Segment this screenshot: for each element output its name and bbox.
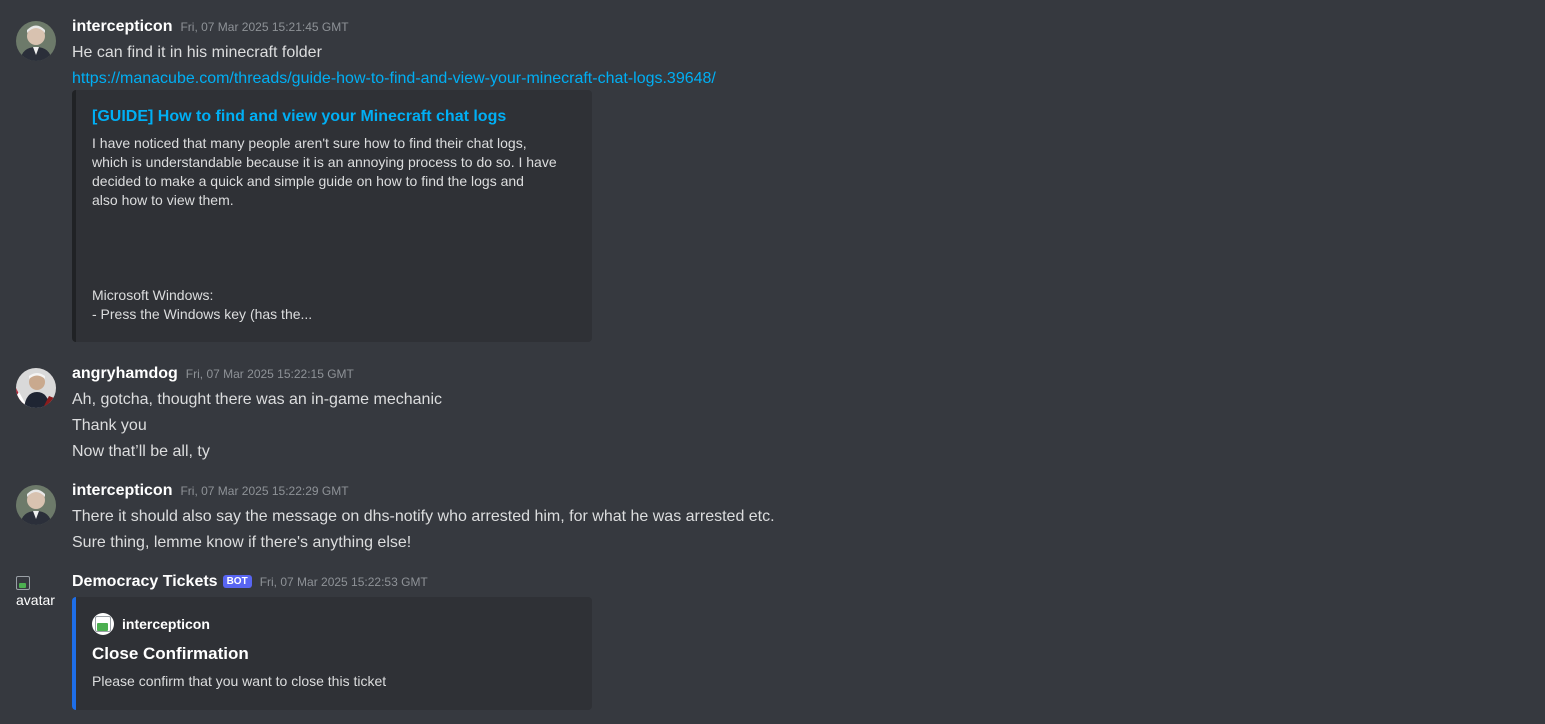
username[interactable]: intercepticon — [72, 482, 172, 500]
message-content: angryhamdog Fri, 07 Mar 2025 15:22:15 GM… — [72, 365, 1529, 465]
embed-desc-line: - Press the Windows key (has the... — [92, 306, 313, 322]
message-link[interactable]: https://manacube.com/threads/guide-how-t… — [72, 70, 716, 87]
embed-title[interactable]: [GUIDE] How to find and view your Minecr… — [92, 106, 576, 128]
message-text: There it should also say the message on … — [72, 508, 775, 525]
message-text: He can find it in his minecraft folder — [72, 44, 322, 61]
embed-desc-line: I have noticed that many people aren't s… — [92, 135, 527, 151]
message-text: Thank you — [72, 417, 147, 434]
avatar[interactable] — [16, 368, 56, 408]
username[interactable]: intercepticon — [72, 18, 172, 36]
chat-log: intercepticon Fri, 07 Mar 2025 15:21:45 … — [0, 0, 1545, 724]
message-text: Ah, gotcha, thought there was an in-game… — [72, 391, 442, 408]
author-avatar-icon — [92, 613, 114, 635]
embed-desc-line: decided to make a quick and simple guide… — [92, 173, 524, 189]
message-header: intercepticon Fri, 07 Mar 2025 15:21:45 … — [72, 18, 1529, 40]
embed-title: Close Confirmation — [92, 644, 249, 663]
embed-author-name: intercepticon — [122, 616, 210, 632]
message-text: Now that’ll be all, ty — [72, 443, 210, 460]
embed-desc-line: Microsoft Windows: — [92, 287, 214, 303]
avatar[interactable] — [16, 485, 56, 525]
avatar-alt-text: avatar — [16, 592, 55, 608]
username[interactable]: Democracy Tickets — [72, 573, 218, 591]
message-header: intercepticon Fri, 07 Mar 2025 15:22:29 … — [72, 482, 1529, 504]
timestamp: Fri, 07 Mar 2025 15:22:15 GMT — [185, 367, 354, 381]
embed-description: Please confirm that you want to close th… — [92, 673, 387, 689]
bot-embed: intercepticon Close Confirmation Please … — [72, 597, 592, 710]
message-header: Democracy Tickets BOT Fri, 07 Mar 2025 1… — [72, 573, 1529, 595]
message-content: Democracy Tickets BOT Fri, 07 Mar 2025 1… — [72, 573, 1529, 595]
message-header: angryhamdog Fri, 07 Mar 2025 15:22:15 GM… — [72, 365, 1529, 387]
avatar[interactable]: avatar — [16, 576, 56, 616]
embed-description: I have noticed that many people aren't s… — [92, 134, 576, 324]
timestamp: Fri, 07 Mar 2025 15:22:29 GMT — [180, 484, 349, 498]
message-text: Sure thing, lemme know if there's anythi… — [72, 534, 412, 551]
timestamp: Fri, 07 Mar 2025 15:21:45 GMT — [180, 20, 349, 34]
timestamp: Fri, 07 Mar 2025 15:22:53 GMT — [259, 575, 428, 589]
embed-desc-line: which is understandable because it is an… — [92, 154, 557, 170]
broken-image-icon — [16, 576, 30, 590]
message-content: intercepticon Fri, 07 Mar 2025 15:21:45 … — [72, 18, 1529, 92]
username[interactable]: angryhamdog — [72, 365, 178, 383]
message-content: intercepticon Fri, 07 Mar 2025 15:22:29 … — [72, 482, 1529, 556]
avatar[interactable] — [16, 21, 56, 61]
link-embed: [GUIDE] How to find and view your Minecr… — [72, 90, 592, 342]
embed-desc-line: also how to view them. — [92, 192, 234, 208]
embed-author[interactable]: intercepticon — [92, 613, 576, 635]
bot-badge: BOT — [222, 575, 252, 588]
